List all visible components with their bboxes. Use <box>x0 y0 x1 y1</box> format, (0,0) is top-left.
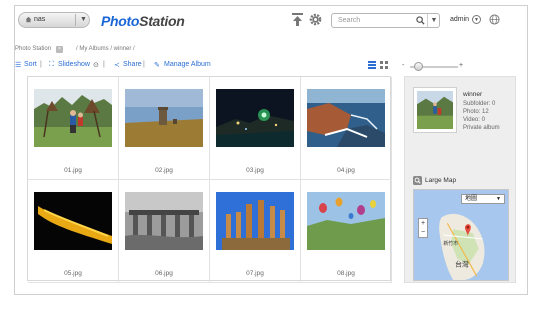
search-input[interactable]: Search <box>338 17 360 24</box>
slideshow-icon[interactable]: ⛶ <box>49 61 54 69</box>
toolbar-separator: | <box>40 61 42 68</box>
photo-grid: 01.jpg 02.jpg 03.jpg 04.jpg 05.jpg 06.jp… <box>27 76 392 283</box>
toolbar-separator: | <box>103 61 105 68</box>
photo-thumbnail[interactable] <box>34 192 112 250</box>
photo-thumbnail[interactable] <box>307 192 385 250</box>
album-photo-count: Photo: 12 <box>463 109 489 115</box>
photo-tile[interactable]: 02.jpg <box>119 77 210 180</box>
album-cover[interactable] <box>413 87 457 133</box>
nas-home-button[interactable]: nas ▼ <box>18 12 90 28</box>
photo-thumbnail[interactable] <box>34 89 112 147</box>
list-view-icon[interactable] <box>368 61 376 69</box>
globe-icon[interactable] <box>489 14 500 25</box>
map-region-label: 台灣 <box>455 259 469 268</box>
photo-tile[interactable]: 01.jpg <box>28 77 119 180</box>
photo-filename: 06.jpg <box>155 270 173 277</box>
toolbar-separator: | <box>143 61 145 68</box>
slideshow-button[interactable]: Slideshow <box>58 61 90 68</box>
photo-thumbnail[interactable] <box>125 89 203 147</box>
sort-icon[interactable]: ☰ <box>15 61 21 69</box>
photo-tile[interactable]: 06.jpg <box>119 180 210 283</box>
photo-filename: 04.jpg <box>337 167 355 174</box>
photo-thumbnail[interactable] <box>307 89 385 147</box>
breadcrumb-path[interactable]: / My Albums / winner / <box>76 46 135 52</box>
large-map-link[interactable]: Large Map <box>425 177 456 184</box>
search-icon[interactable] <box>416 16 425 25</box>
photo-tile[interactable]: 03.jpg <box>210 77 301 180</box>
wrench-icon[interactable]: ✎ <box>154 61 160 69</box>
map-zoom-in-button[interactable]: + <box>419 219 427 228</box>
photo-filename: 07.jpg <box>246 270 264 277</box>
share-button[interactable]: Share <box>123 61 142 68</box>
photo-tile[interactable]: 07.jpg <box>210 180 301 283</box>
photo-tile[interactable]: 05.jpg <box>28 180 119 283</box>
album-subfolder-count: Subfolder: 0 <box>463 101 496 107</box>
gear-icon[interactable] <box>309 13 322 26</box>
slider-handle[interactable] <box>414 62 423 71</box>
search-options-dropdown[interactable]: ▼ <box>427 14 440 27</box>
photo-filename: 05.jpg <box>64 270 82 277</box>
map-city-label: 新竹市 <box>443 240 458 247</box>
chevron-down-icon: ▼ <box>496 196 501 202</box>
photo-thumbnail[interactable] <box>216 192 294 250</box>
map-type-select[interactable]: 地圖 ▼ <box>461 194 505 204</box>
home-icon <box>25 16 32 23</box>
photo-tile[interactable]: 08.jpg <box>301 180 392 283</box>
manage-album-button[interactable]: Manage Album <box>164 61 211 68</box>
photo-thumbnail[interactable] <box>216 89 294 147</box>
zoom-out-icon[interactable]: - <box>402 62 404 69</box>
photo-filename: 03.jpg <box>246 167 264 174</box>
search-box[interactable]: Search ▼ <box>331 13 440 28</box>
breadcrumb-root[interactable]: Photo Station <box>15 46 51 52</box>
slideshow-options-icon[interactable]: ⊙ <box>93 61 99 69</box>
chevron-down-icon[interactable]: ▼ <box>80 16 87 23</box>
photo-thumbnail[interactable] <box>125 192 203 250</box>
photo-filename: 08.jpg <box>337 270 355 277</box>
map-zoom-out-button[interactable]: − <box>419 228 427 237</box>
album-info-panel: winner Subfolder: 0 Photo: 12 Video: 0 P… <box>404 76 516 283</box>
user-name[interactable]: admin <box>450 16 469 23</box>
location-map[interactable]: 新竹市 台灣 地圖 ▼ + − <box>413 189 509 281</box>
close-icon[interactable]: × <box>56 46 63 53</box>
photo-tile[interactable]: 04.jpg <box>301 77 392 180</box>
app-logo: PhotoStation <box>101 13 185 29</box>
upload-icon[interactable] <box>292 13 303 27</box>
sort-button[interactable]: Sort <box>24 61 37 68</box>
map-search-icon[interactable] <box>413 176 422 185</box>
user-menu-chevron-icon[interactable]: ▼ <box>472 15 481 24</box>
divider <box>75 14 76 26</box>
album-video-count: Video: 0 <box>463 117 485 123</box>
share-icon[interactable]: ≺ <box>114 61 120 69</box>
zoom-in-icon[interactable]: + <box>459 62 463 69</box>
map-zoom-control[interactable]: + − <box>418 218 428 238</box>
album-privacy: Private album <box>463 125 500 131</box>
photo-filename: 01.jpg <box>64 167 82 174</box>
album-name: winner <box>463 91 483 98</box>
photo-filename: 02.jpg <box>155 167 173 174</box>
grid-view-icon[interactable] <box>380 61 388 69</box>
nas-label: nas <box>34 16 46 23</box>
